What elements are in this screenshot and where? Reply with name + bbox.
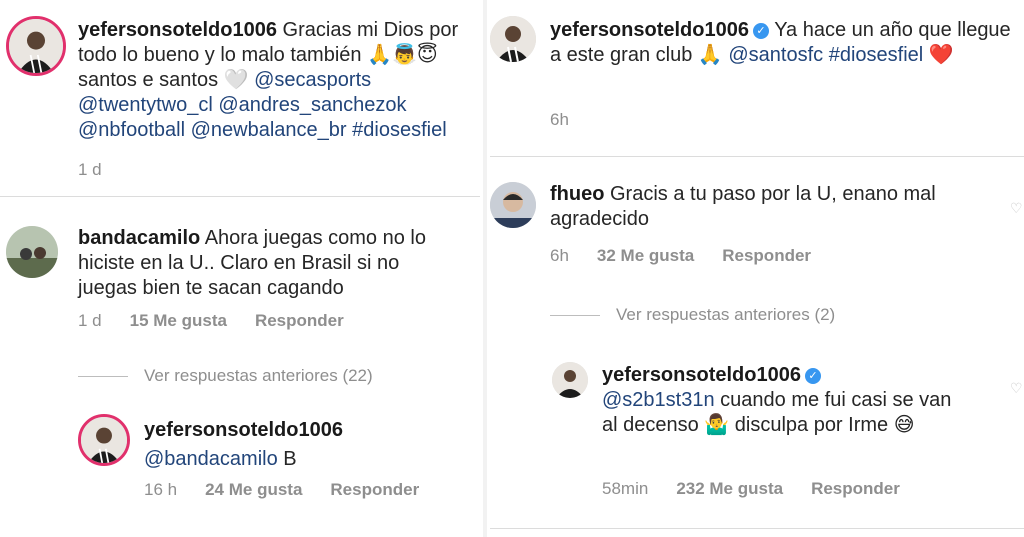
reply-body: yefersonsoteldo1006 @bandacamilo B — [144, 418, 464, 472]
reply-mention[interactable]: @bandacamilo — [144, 448, 278, 470]
profile-photo-icon — [552, 362, 588, 398]
comment-body: bandacamilo Ahora juegas como no lo hici… — [78, 226, 448, 301]
mention-link[interactable]: @secasports — [254, 69, 371, 91]
mention-link[interactable]: @nbfootball — [78, 119, 185, 141]
mention-link[interactable]: @newbalance_br — [191, 119, 347, 141]
comment-time: 6h — [550, 246, 569, 265]
post-username[interactable]: yefersonsoteldo1006 — [78, 19, 277, 41]
comment-avatar[interactable] — [490, 182, 536, 228]
view-replies-label: Ver respuestas anteriores (22) — [144, 366, 373, 385]
mention-link[interactable]: @santosfc — [728, 44, 823, 66]
likes-count[interactable]: 232 Me gusta — [676, 479, 783, 499]
reply-meta: 16 h 24 Me gusta Responder — [144, 480, 419, 500]
mention-link[interactable]: @andres_sanchezok — [218, 94, 406, 116]
like-heart-icon[interactable]: ♡ — [1010, 380, 1023, 397]
view-previous-replies[interactable]: Ver respuestas anteriores (22) — [78, 366, 373, 386]
verified-badge-icon: ✓ — [804, 368, 821, 384]
post-meta: 6h — [550, 110, 569, 130]
post-caption: yefersonsoteldo1006 Gracias mi Dios por … — [78, 18, 478, 143]
reply-username[interactable]: yefersonsoteldo1006 — [144, 419, 343, 441]
panel-divider — [483, 0, 487, 537]
mention-link[interactable]: @twentytwo_cl — [78, 94, 213, 116]
thread-line — [550, 314, 600, 316]
reply-button[interactable]: Responder — [330, 480, 419, 500]
thread-line — [78, 375, 128, 377]
profile-photo-icon — [490, 16, 536, 62]
likes-count[interactable]: 24 Me gusta — [205, 480, 302, 500]
comment-meta: 1 d 15 Me gusta Responder — [78, 311, 344, 331]
reply-username[interactable]: yefersonsoteldo1006 — [602, 364, 801, 386]
profile-photo-icon — [81, 417, 127, 463]
profile-photo-icon — [6, 226, 58, 278]
like-heart-icon[interactable]: ♡ — [1010, 200, 1023, 217]
reply-button[interactable]: Responder — [255, 311, 344, 331]
reply-time: 16 h — [144, 480, 178, 499]
reply-time: 58min — [602, 479, 649, 498]
reply-avatar[interactable] — [552, 362, 588, 398]
reply-mention[interactable]: @s2b1st31n — [602, 389, 715, 411]
reply-text: B — [283, 448, 297, 470]
profile-photo-icon — [9, 19, 63, 73]
comment-time: 1 d — [78, 311, 102, 330]
likes-count[interactable]: 32 Me gusta — [597, 246, 694, 266]
view-replies-label: Ver respuestas anteriores (2) — [616, 305, 836, 324]
post-meta: 1 d — [78, 160, 102, 180]
divider — [0, 196, 480, 197]
post-avatar[interactable] — [490, 16, 536, 62]
profile-photo-icon — [490, 182, 536, 228]
view-previous-replies[interactable]: Ver respuestas anteriores (2) — [550, 305, 835, 325]
comment-avatar[interactable] — [6, 226, 58, 278]
left-panel: yefersonsoteldo1006 Gracias mi Dios por … — [0, 0, 480, 537]
hashtag-link[interactable]: #diosesfiel — [352, 119, 447, 141]
comment-username[interactable]: fhueo — [550, 183, 604, 205]
reply-avatar[interactable] — [78, 414, 130, 466]
post-caption: yefersonsoteldo1006 ✓ Ya hace un año que … — [550, 18, 1015, 68]
reply-button[interactable]: Responder — [722, 246, 811, 266]
post-time: 6h — [550, 110, 569, 129]
comment-text: Gracis a tu paso por la U, enano mal agr… — [550, 183, 936, 230]
right-panel: yefersonsoteldo1006 ✓ Ya hace un año que … — [490, 0, 1024, 537]
post-username[interactable]: yefersonsoteldo1006 — [550, 19, 749, 41]
hashtag-link[interactable]: #diosesfiel — [829, 44, 924, 66]
verified-badge-icon: ✓ — [752, 23, 769, 39]
reply-body: yefersonsoteldo1006 ✓ @s2b1st31n cuando m… — [602, 363, 972, 438]
reply-meta: 58min 232 Me gusta Responder — [602, 479, 900, 499]
heart-emoji: ❤️ — [928, 44, 954, 66]
divider — [490, 156, 1024, 157]
comment-body: fhueo Gracis a tu paso por la U, enano m… — [550, 182, 970, 232]
divider — [490, 528, 1024, 529]
post-time: 1 d — [78, 160, 102, 179]
comment-username[interactable]: bandacamilo — [78, 227, 200, 249]
post-avatar[interactable] — [6, 16, 66, 76]
reply-button[interactable]: Responder — [811, 479, 900, 499]
comment-meta: 6h 32 Me gusta Responder — [550, 246, 811, 266]
likes-count[interactable]: 15 Me gusta — [130, 311, 227, 331]
